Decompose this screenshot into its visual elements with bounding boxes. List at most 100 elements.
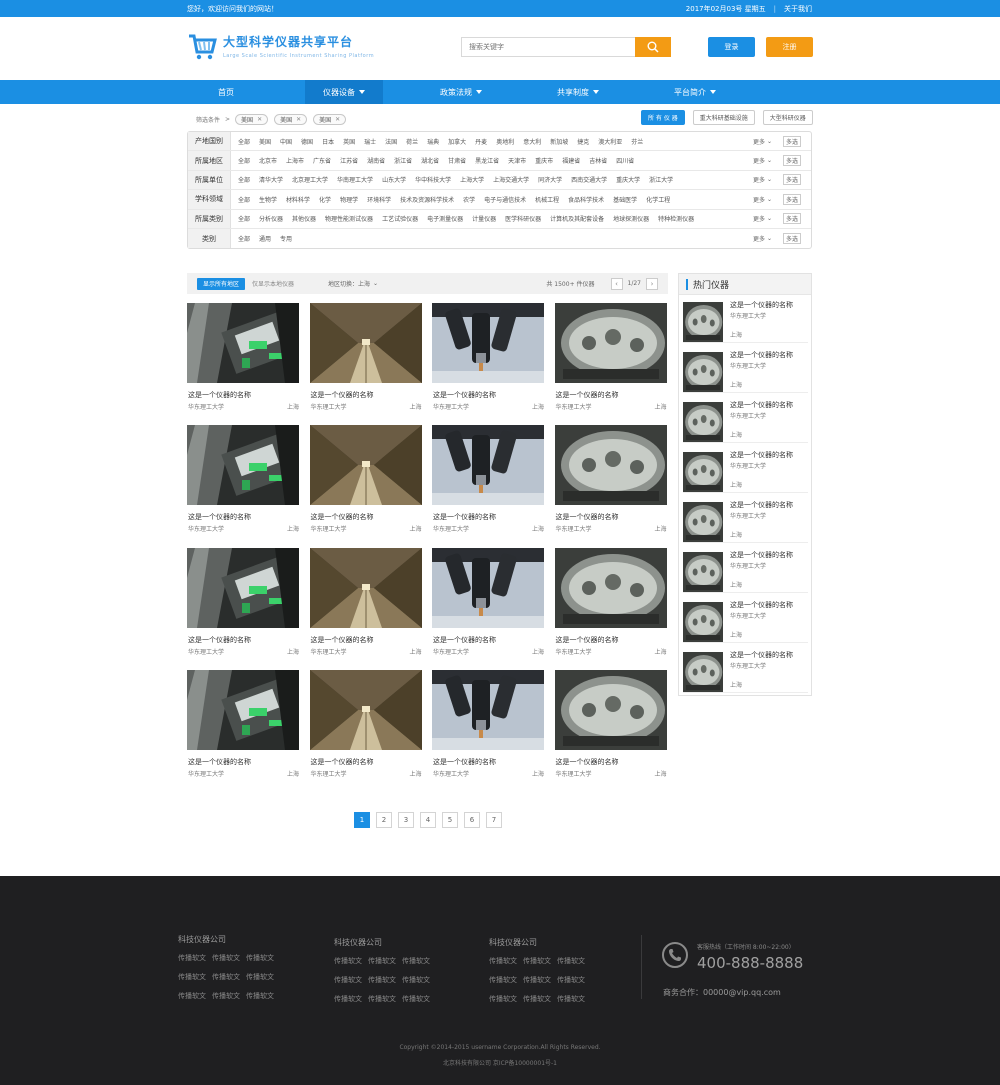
filter-option[interactable]: 全部 (238, 156, 250, 165)
instrument-image[interactable] (187, 425, 299, 506)
instrument-name[interactable]: 这是一个仪器的名称 (556, 635, 619, 645)
hot-item-image[interactable] (683, 302, 723, 342)
filter-option[interactable]: 计算机及其配套设备 (550, 214, 604, 223)
prev-page-button[interactable]: ‹ (610, 277, 623, 290)
filter-option[interactable]: 华南理工大学 (337, 175, 373, 184)
register-button[interactable]: 注册 (766, 37, 813, 57)
filter-option[interactable]: 北京理工大学 (292, 175, 328, 184)
close-icon[interactable]: ✕ (296, 116, 301, 123)
filter-option[interactable]: 湖南省 (367, 156, 385, 165)
footer-link[interactable]: 传播软文 (246, 953, 274, 963)
instrument-image[interactable] (554, 669, 667, 750)
nav-item-0[interactable]: 首页 (187, 80, 265, 104)
region-switch[interactable]: 地区切换：上海 ⌄ (328, 279, 378, 288)
more-button[interactable]: 更多 ⌄ (753, 234, 779, 243)
multi-select-button[interactable]: 多选 (783, 233, 801, 245)
filter-option[interactable]: 瑞士 (364, 137, 376, 146)
instrument-card[interactable]: 这是一个仪器的名称 华东理工大学 上海 (187, 669, 300, 781)
filter-option[interactable]: 农学 (463, 195, 475, 204)
filter-option[interactable]: 西南交通大学 (571, 175, 607, 184)
footer-link[interactable]: 传播软文 (557, 975, 585, 985)
instrument-name[interactable]: 这是一个仪器的名称 (433, 390, 496, 400)
instrument-image[interactable] (187, 547, 299, 628)
filter-option[interactable]: 黑龙江省 (475, 156, 499, 165)
instrument-name[interactable]: 这是一个仪器的名称 (311, 757, 374, 767)
filter-option[interactable]: 英国 (343, 137, 355, 146)
page-button-2[interactable]: 2 (376, 812, 392, 828)
next-page-button[interactable]: › (646, 277, 658, 290)
instrument-card[interactable]: 这是一个仪器的名称 华东理工大学 上海 (432, 669, 545, 781)
filter-option[interactable]: 清华大学 (259, 175, 283, 184)
filter-option[interactable]: 福建省 (562, 156, 580, 165)
filter-option[interactable]: 吉林省 (589, 156, 607, 165)
footer-link[interactable]: 传播软文 (178, 991, 206, 1001)
filter-option[interactable]: 上海市 (286, 156, 304, 165)
filter-option[interactable]: 通用 (259, 234, 271, 243)
filter-option[interactable]: 意大利 (523, 137, 541, 146)
footer-link[interactable]: 传播软文 (402, 975, 430, 985)
footer-link[interactable]: 传播软文 (489, 975, 517, 985)
filter-option[interactable]: 电子与通信技术 (484, 195, 526, 204)
multi-select-button[interactable]: 多选 (783, 174, 801, 186)
footer-link[interactable]: 传播软文 (402, 994, 430, 1004)
hot-item[interactable]: 这是一个仪器的名称 华东理工大学 上海 (683, 648, 808, 693)
page-button-4[interactable]: 4 (420, 812, 436, 828)
instrument-name[interactable]: 这是一个仪器的名称 (188, 757, 251, 767)
instrument-card[interactable]: 这是一个仪器的名称 华东理工大学 上海 (187, 425, 300, 536)
search-input[interactable] (461, 37, 635, 57)
footer-link[interactable]: 传播软文 (212, 972, 240, 982)
instrument-card[interactable]: 这是一个仪器的名称 华东理工大学 上海 (554, 547, 668, 659)
filter-option[interactable]: 材料科学 (286, 195, 310, 204)
instrument-name[interactable]: 这是一个仪器的名称 (311, 390, 374, 400)
nav-item-4[interactable]: 平台简介 (656, 80, 734, 104)
filter-option[interactable]: 全部 (238, 195, 250, 204)
filter-option[interactable]: 医学科研仪器 (505, 214, 541, 223)
filter-option[interactable]: 华中科技大学 (415, 175, 451, 184)
footer-link[interactable]: 传播软文 (334, 975, 362, 985)
filter-option[interactable]: 湖北省 (421, 156, 439, 165)
hot-item[interactable]: 这是一个仪器的名称 华东理工大学 上海 (683, 598, 808, 643)
footer-link[interactable]: 传播软文 (246, 972, 274, 982)
instrument-image[interactable] (554, 303, 667, 383)
instrument-name[interactable]: 这是一个仪器的名称 (311, 635, 374, 645)
footer-link[interactable]: 传播软文 (334, 956, 362, 966)
filter-option[interactable]: 生物学 (259, 195, 277, 204)
footer-link[interactable]: 传播软文 (368, 975, 396, 985)
filter-option[interactable]: 物理学 (340, 195, 358, 204)
filter-option[interactable]: 地球探测仪器 (613, 214, 649, 223)
nav-item-1[interactable]: 仪器设备 (305, 80, 383, 104)
instrument-image[interactable] (432, 669, 544, 750)
hot-item-name[interactable]: 这是一个仪器的名称 (730, 600, 793, 610)
page-button-6[interactable]: 6 (464, 812, 480, 828)
filter-option[interactable]: 奥地利 (496, 137, 514, 146)
type-tab-2[interactable]: 大型科研仪器 (762, 110, 813, 125)
instrument-card[interactable]: 这是一个仪器的名称 华东理工大学 上海 (309, 303, 423, 414)
footer-link[interactable]: 传播软文 (557, 994, 585, 1004)
hot-item-image[interactable] (683, 452, 723, 492)
instrument-name[interactable]: 这是一个仪器的名称 (188, 512, 251, 522)
filter-option[interactable]: 全部 (238, 137, 250, 146)
filter-option[interactable]: 美国 (259, 137, 271, 146)
hot-item-image[interactable] (683, 402, 723, 442)
filter-option[interactable]: 工艺试验仪器 (382, 214, 418, 223)
instrument-image[interactable] (187, 303, 299, 383)
filter-option[interactable]: 物理性能测试仪器 (325, 214, 373, 223)
more-button[interactable]: 更多 ⌄ (753, 175, 779, 184)
filter-option[interactable]: 基础医学 (613, 195, 637, 204)
filter-option[interactable]: 特种检测仪器 (658, 214, 694, 223)
footer-link[interactable]: 传播软文 (402, 956, 430, 966)
hot-item-name[interactable]: 这是一个仪器的名称 (730, 300, 793, 310)
instrument-card[interactable]: 这是一个仪器的名称 华东理工大学 上海 (554, 303, 668, 414)
hot-item-name[interactable]: 这是一个仪器的名称 (730, 350, 793, 360)
filter-option[interactable]: 四川省 (616, 156, 634, 165)
footer-link[interactable]: 传播软文 (557, 956, 585, 966)
footer-link[interactable]: 传播软文 (489, 956, 517, 966)
filter-option[interactable]: 澳大利亚 (598, 137, 622, 146)
filter-option[interactable]: 丹麦 (475, 137, 487, 146)
filter-option[interactable]: 天津市 (508, 156, 526, 165)
filter-chip[interactable]: 美国 ✕ (235, 113, 269, 125)
instrument-card[interactable]: 这是一个仪器的名称 华东理工大学 上海 (309, 425, 423, 536)
filter-option[interactable]: 日本 (322, 137, 334, 146)
more-button[interactable]: 更多 ⌄ (753, 137, 779, 146)
hot-item[interactable]: 这是一个仪器的名称 华东理工大学 上海 (683, 548, 808, 593)
